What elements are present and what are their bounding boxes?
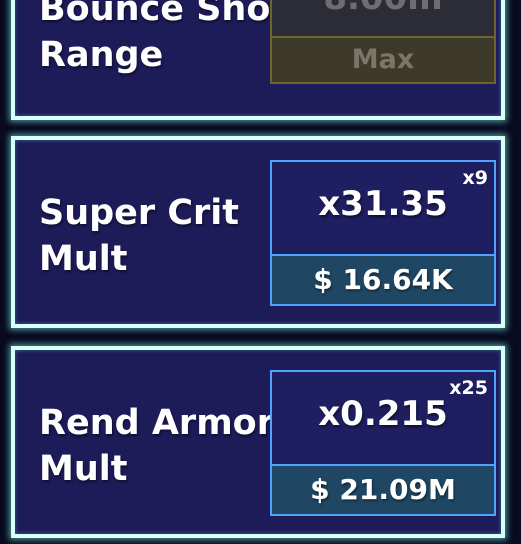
purchase-upgrade-button[interactable]: $ 21.09M	[272, 464, 494, 514]
upgrade-value-panel: 8.00m Max	[270, 0, 496, 84]
upgrade-value-panel: x25 x0.215 $ 21.09M	[270, 370, 496, 516]
upgrade-name: Super Crit Mult	[39, 193, 240, 279]
upgrade-value: 8.00m	[272, 0, 494, 16]
upgrade-name: Bounce Shot Range	[39, 0, 288, 75]
upgrade-name: Rend Armor Mult	[39, 403, 274, 489]
upgrade-list: Bounce Shot Range 8.00m Max Super Crit M…	[0, 0, 521, 544]
upgrade-card-bounce-shot-range: Bounce Shot Range 8.00m Max	[11, 0, 505, 120]
upgrade-value: x31.35	[318, 184, 448, 224]
upgrade-value: x0.215	[318, 394, 448, 434]
upgrade-card-rend-armor-mult: Rend Armor Mult x25 x0.215 $ 21.09M	[11, 346, 505, 538]
upgrade-value-panel: x9 x31.35 $ 16.64K	[270, 160, 496, 306]
max-button[interactable]: Max	[272, 36, 494, 82]
purchase-upgrade-button[interactable]: $ 16.64K	[272, 254, 494, 304]
upgrade-card-super-crit-mult: Super Crit Mult x9 x31.35 $ 16.64K	[11, 136, 505, 328]
